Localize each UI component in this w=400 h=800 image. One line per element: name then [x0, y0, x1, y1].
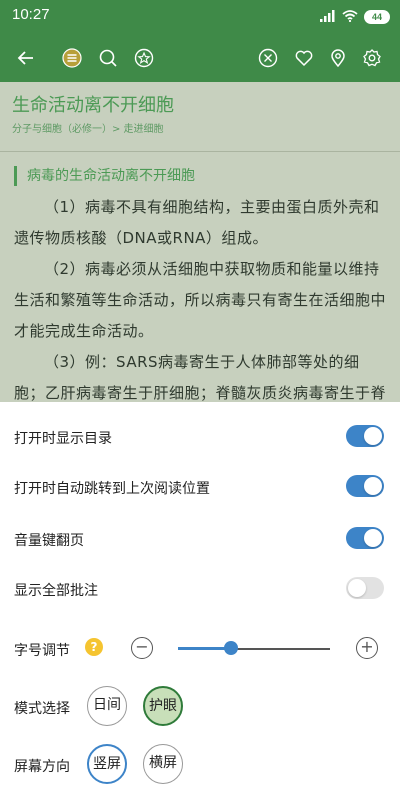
paragraph: （3）例：SARS病毒寄生于人体肺部等处的细胞；乙肝病毒寄生于肝细胞；脊髓灰质炎…	[14, 353, 387, 402]
volume-page-toggle[interactable]	[346, 527, 384, 549]
setting-label: 字号调节	[14, 643, 70, 659]
setting-orientation: 屏幕方向 竖屏 横屏	[0, 742, 400, 790]
paragraph: （1）病毒不具有细胞结构，主要由蛋白质外壳和遗传物质核酸（DNA或RNA）组成。	[14, 198, 380, 247]
search-icon[interactable]	[96, 46, 120, 70]
show-notes-toggle[interactable]	[346, 577, 384, 599]
status-icons: 44	[320, 7, 390, 26]
toggle-knob	[364, 427, 382, 445]
menu-list-icon[interactable]	[60, 46, 84, 70]
setting-mode: 模式选择 日间 护眼	[0, 684, 400, 732]
auto-jump-toggle[interactable]	[346, 475, 384, 497]
close-icon[interactable]	[256, 46, 280, 70]
orientation-portrait-button[interactable]: 竖屏	[87, 744, 127, 784]
setting-label: 打开时显示目录	[14, 431, 112, 447]
setting-label: 打开时自动跳转到上次阅读位置	[14, 481, 210, 497]
star-icon[interactable]	[132, 46, 156, 70]
reader-toolbar	[0, 34, 400, 82]
show-toc-toggle[interactable]	[346, 425, 384, 447]
section-title: 病毒的生命活动离不开细胞	[14, 166, 386, 186]
font-size-slider-handle[interactable]	[224, 641, 239, 655]
toggle-knob	[364, 477, 382, 495]
setting-label: 显示全部批注	[14, 583, 98, 599]
mode-day-button[interactable]: 日间	[87, 686, 127, 726]
settings-sheet: 打开时显示目录 打开时自动跳转到上次阅读位置 音量键翻页 显示全部批注 字号调节…	[0, 402, 400, 800]
wifi-icon	[342, 7, 358, 26]
status-time: 10:27	[12, 6, 50, 23]
toggle-knob	[348, 579, 366, 597]
orientation-landscape-button[interactable]: 横屏	[143, 744, 183, 784]
setting-label: 屏幕方向	[14, 759, 70, 775]
paragraph: （2）病毒必须从活细胞中获取物质和能量以维持生活和繁殖等生命活动，所以病毒只有寄…	[14, 260, 387, 340]
setting-label: 音量键翻页	[14, 533, 84, 549]
setting-label: 模式选择	[14, 701, 70, 717]
setting-auto-jump: 打开时自动跳转到上次阅读位置	[0, 464, 400, 510]
breadcrumb[interactable]: 分子与细胞（必修一）> 走进细胞	[12, 120, 388, 135]
signal-icon	[320, 7, 336, 26]
battery-indicator: 44	[364, 9, 390, 24]
status-bar: 10:27 44	[0, 0, 400, 34]
chapter-title: 生命活动离不开细胞	[12, 95, 174, 116]
reader-content: 生命活动离不开细胞 分子与细胞（必修一）> 走进细胞 病毒的生命活动离不开细胞 …	[0, 82, 400, 402]
setting-show-notes: 显示全部批注	[0, 566, 400, 612]
setting-show-toc: 打开时显示目录	[0, 414, 400, 460]
chapter-body: 病毒的生命活动离不开细胞 （1）病毒不具有细胞结构，主要由蛋白质外壳和遗传物质核…	[0, 152, 400, 402]
heart-icon[interactable]	[292, 46, 316, 70]
help-icon[interactable]: ?	[85, 638, 103, 656]
font-decrease-button[interactable]: −	[131, 637, 153, 659]
location-icon[interactable]	[326, 46, 350, 70]
chapter-header: 生命活动离不开细胞 分子与细胞（必修一）> 走进细胞	[0, 82, 400, 152]
mode-eye-care-button[interactable]: 护眼	[143, 686, 183, 726]
setting-volume-page: 音量键翻页	[0, 516, 400, 562]
toggle-knob	[364, 529, 382, 547]
setting-font-size: 字号调节 ? − +	[0, 626, 400, 672]
font-increase-button[interactable]: +	[356, 637, 378, 659]
back-arrow-icon[interactable]	[14, 46, 38, 70]
settings-icon[interactable]	[360, 46, 384, 70]
